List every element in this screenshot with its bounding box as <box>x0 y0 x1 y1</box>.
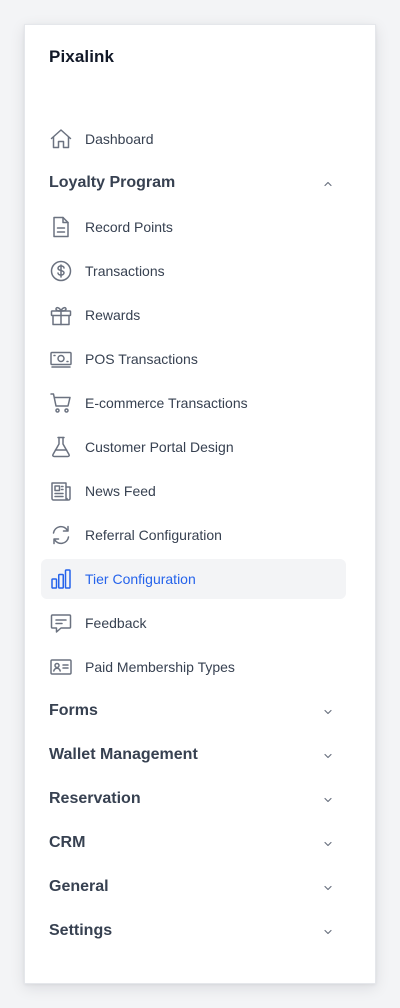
sidebar-item-ecommerce-transactions[interactable]: E-commerce Transactions <box>41 383 346 423</box>
document-icon <box>49 215 73 239</box>
sidebar-group-label: Forms <box>49 702 98 719</box>
sidebar-group-forms[interactable]: Forms <box>41 691 346 731</box>
dollar-circle-icon <box>49 259 73 283</box>
chat-icon <box>49 611 73 635</box>
chevron-down-icon <box>322 793 334 805</box>
sidebar-group-wallet-management[interactable]: Wallet Management <box>41 735 346 775</box>
chevron-up-icon <box>322 177 334 189</box>
sidebar-panel: Pixalink Dashboard Loyalty Program Recor… <box>24 24 376 984</box>
chevron-down-icon <box>322 925 334 937</box>
beaker-icon <box>49 435 73 459</box>
sidebar-group-label: Loyalty Program <box>49 174 176 191</box>
sidebar-group-crm[interactable]: CRM <box>41 823 346 863</box>
sidebar-item-label: Rewards <box>85 307 141 323</box>
gift-icon <box>49 303 73 327</box>
sidebar-group-label: Settings <box>49 922 113 939</box>
sidebar-item-label: Customer Portal Design <box>85 439 234 455</box>
sidebar-item-transactions[interactable]: Transactions <box>41 251 346 291</box>
sidebar-item-feedback[interactable]: Feedback <box>41 603 346 643</box>
sidebar-item-rewards[interactable]: Rewards <box>41 295 346 335</box>
home-icon <box>49 127 73 151</box>
sidebar-group-loyalty-program[interactable]: Loyalty Program <box>41 163 346 203</box>
sidebar-item-label: Tier Configuration <box>85 571 196 587</box>
chevron-down-icon <box>322 749 334 761</box>
sidebar-item-news-feed[interactable]: News Feed <box>41 471 346 511</box>
sidebar-item-customer-portal-design[interactable]: Customer Portal Design <box>41 427 346 467</box>
refresh-icon <box>49 523 73 547</box>
sidebar-item-label: E-commerce Transactions <box>85 395 248 411</box>
sidebar-group-label: Wallet Management <box>49 746 198 763</box>
sidebar-item-label: Referral Configuration <box>85 527 222 543</box>
sidebar-item-label: Record Points <box>85 219 173 235</box>
sidebar-item-paid-membership-types[interactable]: Paid Membership Types <box>41 647 346 687</box>
sidebar-item-dashboard[interactable]: Dashboard <box>41 119 346 159</box>
sidebar-group-label: Reservation <box>49 790 141 807</box>
chevron-down-icon <box>322 705 334 717</box>
sidebar-item-label: News Feed <box>85 483 156 499</box>
newspaper-icon <box>49 479 73 503</box>
sidebar-item-label: POS Transactions <box>85 351 198 367</box>
sidebar-item-label: Transactions <box>85 263 165 279</box>
sidebar-item-label: Paid Membership Types <box>85 659 235 675</box>
sidebar-item-label: Feedback <box>85 615 147 631</box>
sidebar-group-label: CRM <box>49 834 86 851</box>
sidebar-nav: Dashboard Loyalty Program Record Points … <box>41 119 346 955</box>
chevron-down-icon <box>322 837 334 849</box>
sidebar-item-label: Dashboard <box>85 131 154 147</box>
sidebar-item-record-points[interactable]: Record Points <box>41 207 346 247</box>
brand-name: Pixalink <box>49 47 115 66</box>
sidebar-group-label: General <box>49 878 109 895</box>
cash-icon <box>49 347 73 371</box>
sidebar-group-reservation[interactable]: Reservation <box>41 779 346 819</box>
id-card-icon <box>49 655 73 679</box>
sidebar-item-pos-transactions[interactable]: POS Transactions <box>41 339 346 379</box>
sidebar-item-tier-configuration[interactable]: Tier Configuration <box>41 559 346 599</box>
sidebar-group-general[interactable]: General <box>41 867 346 907</box>
chevron-down-icon <box>322 881 334 893</box>
cart-icon <box>49 391 73 415</box>
sidebar-item-referral-configuration[interactable]: Referral Configuration <box>41 515 346 555</box>
sidebar-group-settings[interactable]: Settings <box>41 911 346 951</box>
bar-chart-icon <box>49 567 73 591</box>
